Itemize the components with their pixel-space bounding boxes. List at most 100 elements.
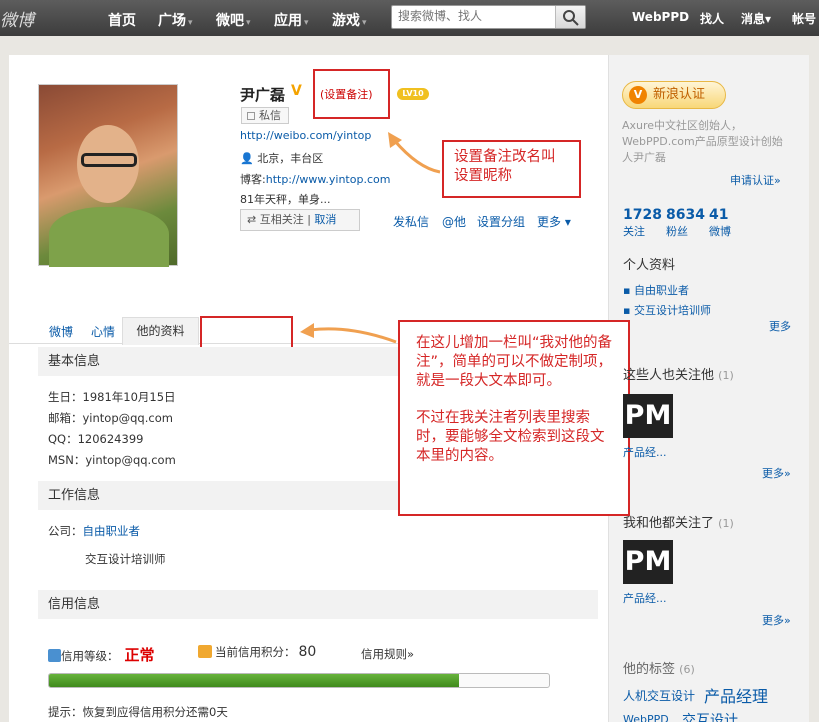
birthday-text: 生日：1981年10月15日: [48, 390, 176, 404]
nav-games-label: 游戏: [332, 13, 360, 29]
search-input[interactable]: [398, 9, 548, 23]
chevron-down-icon: ▾: [246, 18, 251, 28]
nav-weiba-label: 微吧: [216, 13, 244, 29]
nav-apps-label: 应用: [274, 13, 302, 29]
credit-level-label: 信用等级：: [61, 649, 119, 663]
pm-name-2[interactable]: 产品经...: [623, 590, 667, 606]
nav-account[interactable]: 帐号: [792, 10, 816, 27]
credit-progress-bar: [48, 673, 550, 688]
weibo-logo[interactable]: 微博: [0, 6, 34, 31]
company-label: 公司：: [48, 524, 83, 538]
email-text: 邮箱：yintop@qq.com: [48, 411, 173, 425]
common-follow-count: (1): [718, 517, 734, 530]
section-credit-info: 信用信息: [38, 590, 598, 619]
credit-level-row: 信用等级： 正常: [48, 644, 155, 665]
credit-progress-fill: [49, 674, 459, 687]
nav-home-label: 首页: [108, 13, 136, 29]
tag-webppd[interactable]: WebPPD: [623, 713, 669, 722]
nav-games[interactable]: 游戏 ▾: [332, 10, 367, 30]
credit-score-row: 当前信用积分： 80: [198, 644, 316, 660]
qq-text: QQ：120624399: [48, 432, 144, 446]
set-note-link[interactable]: (设置备注): [320, 86, 373, 102]
tag-product-manager[interactable]: 产品经理: [704, 683, 768, 707]
message-icon: [247, 112, 255, 120]
stat-following[interactable]: 1728 关注: [623, 207, 662, 239]
pm-avatar-1[interactable]: PM: [623, 394, 673, 438]
level-badge[interactable]: LV10: [397, 88, 429, 100]
stat-followers-label: 粉丝: [666, 225, 688, 238]
chevron-down-icon: ▾: [362, 18, 367, 28]
search-button[interactable]: [555, 6, 585, 28]
credit-tip: 提示：恢复到应得信用积分还需0天: [48, 705, 228, 719]
verified-description: Axure中文社区创始人，WebPPD.com产品原型设计创始人尹广磊: [622, 119, 783, 164]
pm-avatar-2[interactable]: PM: [623, 540, 673, 584]
sina-v-icon: V: [629, 86, 647, 104]
nav-square[interactable]: 广场 ▾: [158, 10, 193, 30]
apply-verify-link[interactable]: 申请认证»: [730, 172, 781, 188]
more-actions-link[interactable]: 更多 ▾: [537, 213, 571, 230]
personal-link-trainer[interactable]: ▪ 交互设计培训师: [623, 302, 711, 318]
nav-find-people[interactable]: 找人: [700, 10, 724, 27]
common-follow-title: 我和他都关注了 (1): [623, 512, 734, 531]
annotation-arrows: [300, 132, 441, 344]
credit-level-value: 正常: [124, 646, 155, 664]
msn-text: MSN：yintop@qq.com: [48, 453, 176, 467]
chevron-down-icon: ▾: [304, 18, 309, 28]
blog-label: 博客:: [240, 173, 266, 186]
tab-weibo[interactable]: 微博: [49, 323, 73, 340]
nav-user-webppd[interactable]: WebPPD: [632, 10, 689, 24]
credit-level-icon: [48, 649, 61, 662]
stat-following-label: 关注: [623, 225, 645, 238]
stat-weibo[interactable]: 41 微博: [709, 207, 731, 239]
chevron-down-icon: ▾: [765, 12, 772, 26]
nav-home[interactable]: 首页: [108, 10, 136, 30]
user-icon: 👤: [240, 152, 254, 165]
annotation-callout-rename: 设置备注改名叫设置昵称: [442, 140, 581, 198]
personal-info-title: 个人资料: [623, 258, 676, 273]
private-message-button[interactable]: 私信: [241, 107, 289, 124]
chevron-down-icon: ▾: [564, 215, 571, 229]
stat-weibo-label: 微博: [709, 225, 731, 238]
avatar-photo-shirt: [49, 207, 169, 267]
personal-link-freelancer[interactable]: ▪ 自由职业者: [623, 282, 689, 298]
credit-score-icon: [198, 645, 212, 658]
avatar[interactable]: [38, 84, 178, 267]
tag-interaction-design[interactable]: 人机交互设计: [623, 687, 695, 704]
set-group-link[interactable]: 设置分组: [477, 213, 525, 230]
company-link-freelancer[interactable]: 自由职业者: [83, 524, 141, 538]
nav-apps[interactable]: 应用 ▾: [274, 10, 309, 30]
credit-score-label: 当前信用积分：: [215, 645, 296, 659]
tab-mood[interactable]: 心情: [91, 323, 115, 340]
search-box: [391, 5, 586, 29]
credit-score-value: 80: [298, 644, 317, 660]
top-navigation-bar: 微博 首页 广场▾ 微吧▾ 应用▾ 游戏▾ WebPPD 找人 消息▾ 帐号: [0, 0, 819, 36]
annotation-text-2: 不过在我关注者列表里搜索时，要能够全文检索到这段文本里的内容。: [416, 410, 605, 464]
tags-title-text: 他的标签: [623, 662, 676, 677]
personal-more-link[interactable]: 更多: [769, 318, 791, 334]
common-follow-title-text: 我和他都关注了: [623, 516, 715, 531]
search-icon: [563, 10, 579, 26]
company-link-trainer[interactable]: 交互设计培训师: [85, 551, 166, 567]
nav-messages-label: 消息: [741, 12, 766, 26]
credit-rules-link[interactable]: 信用规则»: [361, 646, 414, 662]
tags-title: 他的标签 (6): [623, 658, 695, 677]
tag-ux-design[interactable]: 交互设计: [682, 710, 738, 722]
pm-name-1[interactable]: 产品经...: [623, 444, 667, 460]
stat-followers-count: 8634: [666, 207, 705, 223]
tab-his-profile[interactable]: 他的资料: [122, 317, 199, 345]
personal-link-freelancer-label: 自由职业者: [633, 284, 689, 297]
stat-following-count: 1728: [623, 207, 662, 223]
avatar-photo-glasses: [81, 153, 137, 167]
chevron-down-icon: ▾: [188, 18, 193, 28]
private-message-label: 私信: [259, 109, 281, 122]
stat-followers[interactable]: 8634 粉丝: [666, 207, 705, 239]
verified-v-icon: V: [291, 83, 302, 99]
common-follow-more-link[interactable]: 更多»: [762, 612, 791, 628]
nav-weiba[interactable]: 微吧 ▾: [216, 10, 251, 30]
also-follow-more-link[interactable]: 更多»: [762, 465, 791, 481]
profile-name: 尹广磊: [240, 86, 286, 104]
nav-square-label: 广场: [158, 13, 186, 29]
tags-count: (6): [679, 663, 695, 676]
nav-messages[interactable]: 消息▾: [741, 10, 771, 27]
also-follow-count: (1): [718, 369, 734, 382]
